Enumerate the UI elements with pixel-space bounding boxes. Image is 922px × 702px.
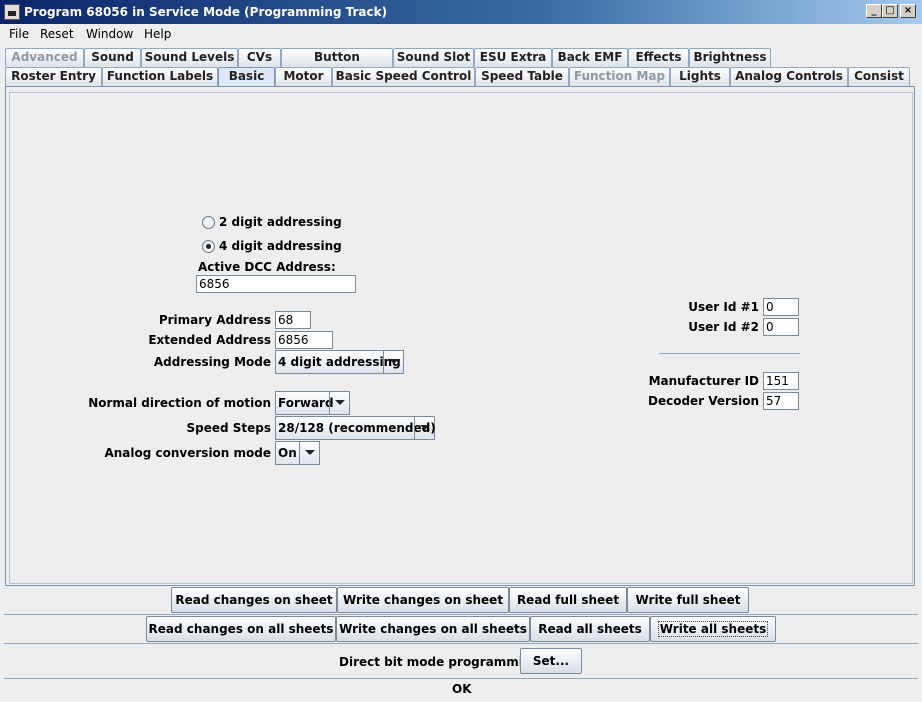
speed-steps-select[interactable]: 28/128 (recommended) [275, 416, 436, 440]
tab-esu-extra[interactable]: ESU Extra [474, 48, 552, 67]
divider [4, 678, 918, 679]
read-changes-sheet-button[interactable]: Read changes on sheet [171, 587, 337, 613]
chevron-down-icon[interactable] [299, 442, 319, 464]
divider [659, 353, 800, 354]
tab-advanced[interactable]: Advanced [5, 48, 84, 67]
manufacturer-id-label: Manufacturer ID [648, 374, 759, 388]
primary-address-label: Primary Address [158, 313, 271, 327]
decoder-version-label: Decoder Version [647, 394, 759, 408]
radio-2digit[interactable] [202, 216, 215, 229]
chevron-down-icon[interactable] [414, 417, 434, 439]
menu-reset[interactable]: Reset [40, 27, 74, 41]
title-bar[interactable]: Program 68056 in Service Mode (Programmi… [0, 0, 922, 24]
radio-4digit[interactable] [202, 240, 215, 253]
direct-bit-label: Direct bit mode programming [339, 655, 541, 669]
tab-speed-table[interactable]: Speed Table [475, 67, 569, 86]
user-id1-label: User Id #1 [688, 300, 759, 314]
menu-file[interactable]: File [9, 27, 29, 41]
speed-steps-label: Speed Steps [186, 421, 271, 435]
app-icon [4, 4, 20, 20]
tab-button-behavior[interactable]: Button Behavior [281, 48, 393, 81]
window-title: Program 68056 in Service Mode (Programmi… [24, 5, 388, 19]
tab-analog-controls[interactable]: Analog Controls [730, 67, 848, 86]
primary-address-field[interactable]: 68 [275, 311, 311, 329]
write-changes-sheet-button[interactable]: Write changes on sheet [337, 587, 509, 613]
tab-motor[interactable]: Motor [275, 67, 332, 86]
tab-back-emf[interactable]: Back EMF [552, 48, 628, 67]
maximize-icon[interactable]: □ [882, 4, 898, 18]
read-full-sheet-button[interactable]: Read full sheet [509, 587, 627, 613]
analog-mode-value: On [278, 446, 297, 460]
radio-2digit-label[interactable]: 2 digit addressing [219, 215, 342, 229]
write-all-sheets-button[interactable]: Write all sheets [650, 616, 776, 642]
tab-brightness[interactable]: Brightness [689, 48, 771, 67]
tab-basic[interactable]: Basic [218, 67, 275, 87]
write-all-sheets-label: Write all sheets [657, 621, 769, 637]
write-changes-all-button[interactable]: Write changes on all sheets [336, 616, 530, 642]
analog-mode-label: Analog conversion mode [104, 446, 271, 460]
addressing-mode-label: Addressing Mode [153, 355, 271, 369]
tab-function-map[interactable]: Function Map [569, 67, 670, 86]
tab-row-2: Roster Entry Function Labels Basic Motor… [0, 67, 922, 87]
direction-select[interactable]: Forward [275, 391, 350, 415]
direction-label: Normal direction of motion [88, 396, 271, 410]
menu-bar: File Reset Window Help [0, 24, 922, 45]
direction-value: Forward [278, 396, 334, 410]
speed-steps-value: 28/128 (recommended) [278, 421, 436, 435]
minimize-icon[interactable]: _ [866, 4, 882, 18]
menu-window[interactable]: Window [86, 27, 133, 41]
chevron-down-icon[interactable] [329, 392, 349, 414]
tab-roster-entry[interactable]: Roster Entry [5, 67, 102, 86]
write-full-sheet-button[interactable]: Write full sheet [627, 587, 749, 613]
set-button[interactable]: Set... [520, 648, 582, 674]
decoder-version-field[interactable]: 57 [763, 392, 799, 410]
tab-effects[interactable]: Effects [628, 48, 689, 67]
tab-sound-levels[interactable]: Sound Levels [141, 48, 238, 67]
tab-row-1: Advanced Sound Sound Levels CVs Button B… [0, 48, 922, 81]
extended-address-label: Extended Address [148, 333, 271, 347]
active-dcc-label: Active DCC Address: [198, 260, 336, 274]
tab-cvs[interactable]: CVs [238, 48, 281, 67]
tab-sound-slot[interactable]: Sound Slot [393, 48, 474, 67]
tab-lights[interactable]: Lights [670, 67, 730, 86]
user-id2-label: User Id #2 [688, 320, 759, 334]
user-id2-field[interactable]: 0 [763, 318, 799, 336]
active-dcc-field[interactable]: 6856 [196, 275, 356, 293]
divider [4, 643, 918, 644]
addressing-mode-select[interactable]: 4 digit addressing [275, 350, 404, 374]
tab-basic-speed-control[interactable]: Basic Speed Control [332, 67, 475, 86]
read-changes-all-button[interactable]: Read changes on all sheets [146, 616, 336, 642]
close-icon[interactable]: × [900, 4, 916, 18]
user-id1-field[interactable]: 0 [763, 298, 799, 316]
menu-help[interactable]: Help [144, 27, 171, 41]
manufacturer-id-field[interactable]: 151 [763, 372, 799, 390]
tab-sound[interactable]: Sound [84, 48, 141, 67]
analog-mode-select[interactable]: On [275, 441, 320, 465]
tab-function-labels[interactable]: Function Labels [102, 67, 218, 86]
divider [4, 614, 918, 615]
tab-consist[interactable]: Consist [848, 67, 910, 86]
extended-address-field[interactable]: 6856 [275, 331, 333, 349]
radio-4digit-label[interactable]: 4 digit addressing [219, 239, 342, 253]
status-text: OK [452, 682, 472, 696]
read-all-sheets-button[interactable]: Read all sheets [530, 616, 650, 642]
chevron-down-icon[interactable] [383, 351, 403, 373]
